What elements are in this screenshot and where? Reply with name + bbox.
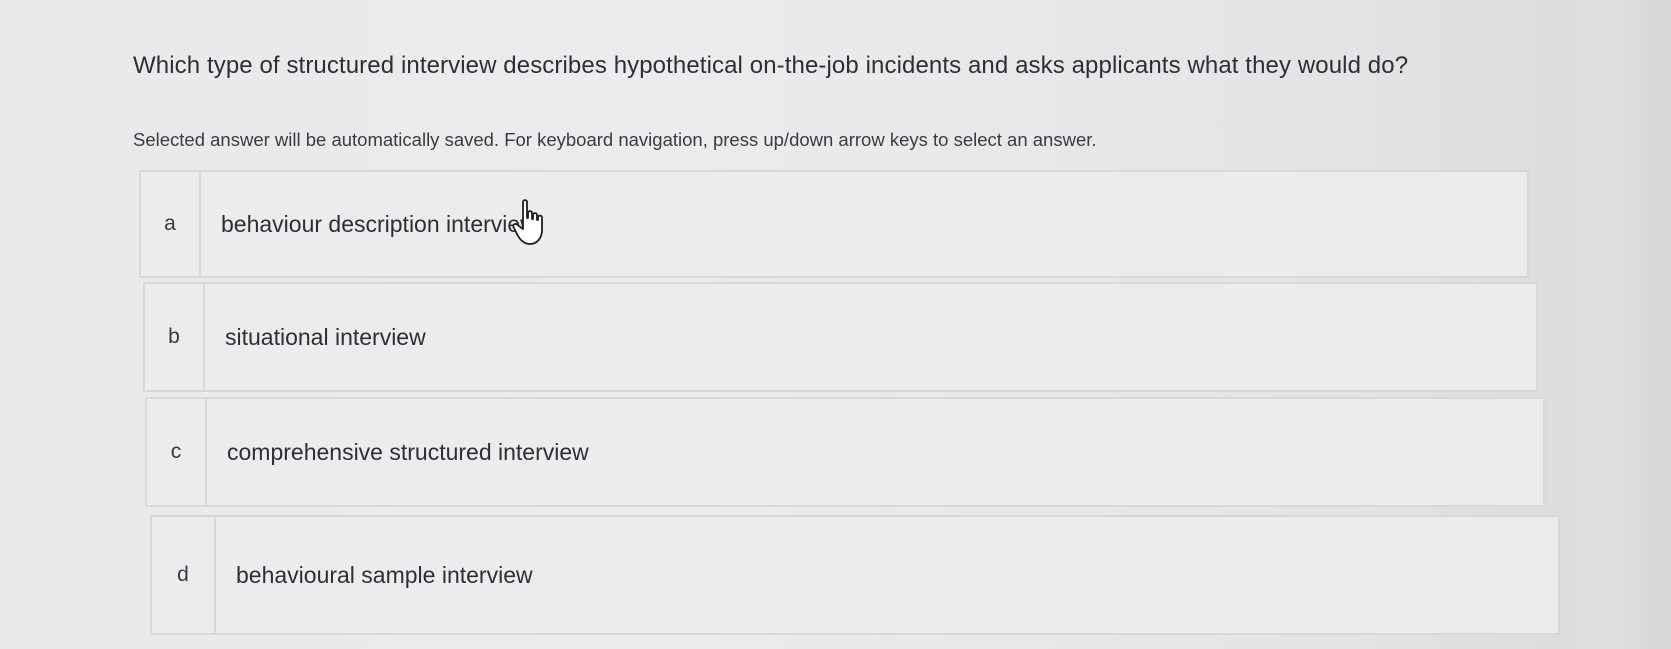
option-letter: d [152,517,216,633]
option-letter: a [141,172,201,276]
answer-option-c[interactable]: c comprehensive structured interview [145,397,1545,507]
option-label: comprehensive structured interview [227,438,589,465]
option-letter: c [147,399,207,505]
answer-option-a[interactable]: a behaviour description interview [139,170,1529,278]
option-label: behaviour description interview [221,210,537,237]
answer-option-b[interactable]: b situational interview [143,282,1538,392]
option-letter: b [145,284,205,390]
answer-options: a behaviour description interview b situ… [0,0,1671,649]
option-label: behavioural sample interview [236,561,533,588]
answer-option-d[interactable]: d behavioural sample interview [150,515,1560,635]
option-label: situational interview [225,323,426,350]
